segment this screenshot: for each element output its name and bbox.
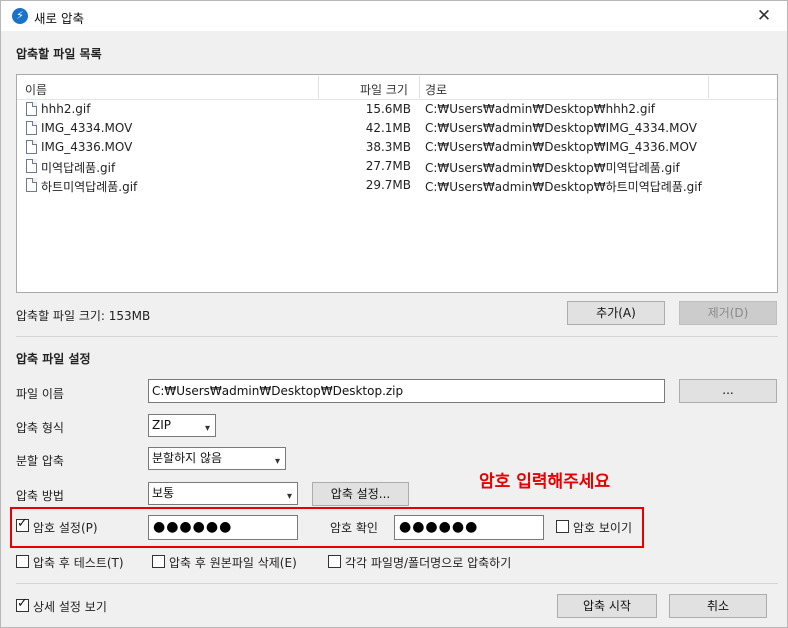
format-label: 압축 형식 bbox=[16, 421, 64, 435]
password-input[interactable]: ●●●●●● bbox=[148, 515, 298, 540]
file-name: hhh2.gif bbox=[41, 102, 91, 116]
format-select[interactable]: ZIP ▾ bbox=[148, 414, 216, 437]
file-icon bbox=[26, 159, 37, 173]
add-button[interactable]: 추가(A) bbox=[567, 301, 665, 325]
filename-input[interactable]: C:₩Users₩admin₩Desktop₩Desktop.zip bbox=[148, 379, 665, 403]
password-checkbox[interactable]: ✓ bbox=[16, 516, 29, 532]
checkmark-icon: ✓ bbox=[17, 596, 28, 611]
chevron-down-icon: ▾ bbox=[286, 491, 292, 502]
chevron-down-icon: ▾ bbox=[274, 456, 280, 467]
file-row[interactable]: IMG_4336.MOV 38.3MB C:₩Users₩admin₩Deskt… bbox=[17, 138, 777, 157]
test-after-label[interactable]: 압축 후 테스트(T) bbox=[33, 554, 124, 571]
method-select[interactable]: 보통 ▾ bbox=[148, 482, 298, 505]
file-path: C:₩Users₩admin₩Desktop₩IMG_4334.MOV bbox=[425, 121, 697, 135]
file-icon bbox=[26, 178, 37, 192]
file-size: 27.7MB bbox=[365, 159, 411, 173]
column-separator[interactable] bbox=[708, 76, 709, 98]
close-button[interactable]: ✕ bbox=[741, 1, 787, 31]
method-settings-button[interactable]: 압축 설정... bbox=[312, 482, 409, 506]
file-row[interactable]: IMG_4334.MOV 42.1MB C:₩Users₩admin₩Deskt… bbox=[17, 119, 777, 138]
each-file-checkbox[interactable] bbox=[328, 555, 341, 568]
method-value: 보통 bbox=[152, 486, 175, 500]
each-file-label[interactable]: 각각 파일명/폴더명으로 압축하기 bbox=[345, 554, 511, 571]
file-size: 42.1MB bbox=[365, 121, 411, 135]
file-icon bbox=[26, 140, 37, 154]
password-checkbox-label[interactable]: 암호 설정(P) bbox=[33, 519, 98, 536]
file-row[interactable]: 하트미역답례품.gif 29.7MB C:₩Users₩admin₩Deskto… bbox=[17, 176, 777, 195]
remove-button[interactable]: 제거(D) bbox=[679, 301, 777, 325]
confirm-password-input[interactable]: ●●●●●● bbox=[394, 515, 544, 540]
file-path: C:₩Users₩admin₩Desktop₩hhh2.gif bbox=[425, 102, 656, 116]
start-compress-button[interactable]: 압축 시작 bbox=[557, 594, 657, 618]
settings-title: 압축 파일 설정 bbox=[16, 352, 91, 366]
column-separator[interactable] bbox=[419, 76, 420, 98]
file-size: 29.7MB bbox=[365, 178, 411, 192]
delete-original-label[interactable]: 압축 후 원본파일 삭제(E) bbox=[169, 554, 297, 571]
title-bar: ⚡ 새로 압축 ✕ bbox=[1, 1, 787, 31]
file-icon bbox=[26, 102, 37, 116]
split-value: 분할하지 않음 bbox=[152, 451, 223, 465]
column-header-name[interactable]: 이름 bbox=[25, 81, 47, 98]
file-name: IMG_4336.MOV bbox=[41, 140, 133, 154]
checkmark-icon: ✓ bbox=[17, 516, 28, 531]
file-name: IMG_4334.MOV bbox=[41, 121, 133, 135]
file-list[interactable]: 이름 파일 크기 경로 hhh2.gif 15.6MB C:₩Users₩adm… bbox=[16, 74, 778, 293]
test-after-checkbox[interactable] bbox=[16, 555, 29, 568]
app-icon: ⚡ bbox=[12, 8, 28, 24]
advanced-checkbox[interactable]: ✓ bbox=[16, 596, 29, 612]
cancel-button[interactable]: 취소 bbox=[669, 594, 767, 618]
split-label: 분할 압축 bbox=[16, 454, 64, 468]
file-name: 하트미역답례품.gif bbox=[41, 180, 138, 194]
file-path: C:₩Users₩admin₩Desktop₩하트미역답례품.gif bbox=[425, 180, 702, 194]
advanced-label[interactable]: 상세 설정 보기 bbox=[33, 598, 107, 615]
confirm-label: 암호 확인 bbox=[330, 521, 378, 535]
filename-label: 파일 이름 bbox=[16, 387, 64, 401]
compress-dialog: ⚡ 새로 압축 ✕ 압축할 파일 목록 이름 파일 크기 경로 hhh2.gif… bbox=[0, 0, 788, 628]
split-select[interactable]: 분할하지 않음 ▾ bbox=[148, 447, 286, 470]
format-value: ZIP bbox=[152, 418, 171, 432]
file-name: 미역답례품.gif bbox=[41, 161, 116, 175]
chevron-down-icon: ▾ bbox=[204, 423, 210, 434]
show-password-label[interactable]: 암호 보이기 bbox=[573, 519, 632, 536]
file-row[interactable]: hhh2.gif 15.6MB C:₩Users₩admin₩Desktop₩h… bbox=[17, 100, 777, 119]
method-label: 압축 방법 bbox=[16, 489, 64, 503]
column-header-path[interactable]: 경로 bbox=[425, 81, 447, 98]
show-password-checkbox[interactable] bbox=[556, 520, 569, 533]
file-path: C:₩Users₩admin₩Desktop₩미역답례품.gif bbox=[425, 161, 680, 175]
window-title: 새로 압축 bbox=[34, 11, 84, 26]
file-row[interactable]: 미역답례품.gif 27.7MB C:₩Users₩admin₩Desktop₩… bbox=[17, 157, 777, 176]
password-annotation: 암호 입력해주세요 bbox=[479, 472, 611, 492]
file-list-header: 이름 파일 크기 경로 bbox=[17, 75, 777, 100]
file-path: C:₩Users₩admin₩Desktop₩IMG_4336.MOV bbox=[425, 140, 697, 154]
section-divider bbox=[16, 336, 778, 337]
footer-divider bbox=[16, 583, 778, 584]
browse-button[interactable]: ... bbox=[679, 379, 777, 403]
column-separator[interactable] bbox=[318, 76, 319, 98]
file-icon bbox=[26, 121, 37, 135]
file-size: 38.3MB bbox=[365, 140, 411, 154]
file-size: 15.6MB bbox=[365, 102, 411, 116]
column-header-size[interactable]: 파일 크기 bbox=[360, 81, 408, 98]
password-highlight-box bbox=[10, 507, 644, 548]
total-size-label: 압축할 파일 크기: 153MB bbox=[16, 309, 151, 323]
delete-original-checkbox[interactable] bbox=[152, 555, 165, 568]
file-list-title: 압축할 파일 목록 bbox=[16, 47, 102, 61]
